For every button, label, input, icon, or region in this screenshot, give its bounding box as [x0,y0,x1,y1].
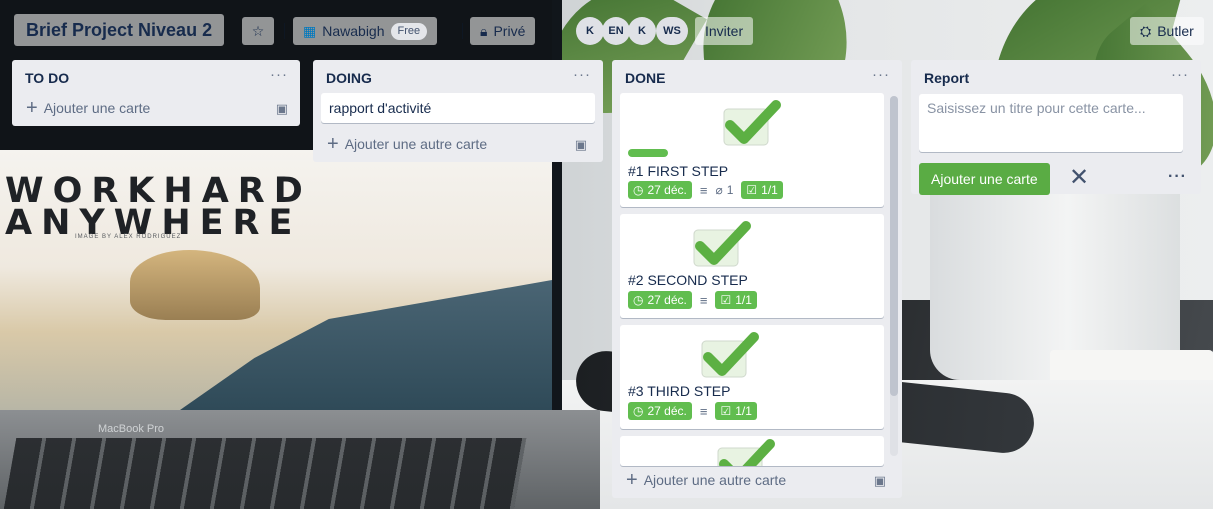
star-icon: ☆ [251,23,265,39]
template-icon[interactable]: ▣ [575,137,587,153]
list-title[interactable]: DOING [326,70,372,86]
checkbox-icon: ☑ [746,183,758,197]
poster-credit: IMAGE BY ALEX RODRIGUEZ [75,234,182,240]
checkmark-cover-image [717,439,775,466]
card-badges: ◷ 27 déc. ≡ ☑ 1/1 [628,402,757,420]
attachment-badge: ⌀ 1 [715,183,734,197]
add-card-button[interactable]: + Ajouter une autre carte [620,466,786,494]
description-icon: ≡ [699,182,708,198]
clock-icon: ◷ [633,183,644,197]
checklist-badge: ☑ 1/1 [741,181,783,199]
workspace-name: Nawabigh [322,23,385,39]
member-avatar[interactable]: K [576,17,604,45]
card-title: #2 SECOND STEP [628,272,748,288]
description-icon: ≡ [699,403,708,419]
card-title: rapport d'activité [329,100,432,116]
card-badges: ◷ 27 déc. ≡ ☑ 1/1 [628,291,757,309]
clock-icon: ◷ [633,293,644,307]
add-card-button[interactable]: + Ajouter une autre carte [321,130,487,158]
checklist-badge: ☑ 1/1 [715,291,757,309]
template-icon[interactable]: ▣ [874,473,886,489]
plus-icon: + [26,97,38,119]
visibility-label: Privé [493,23,526,39]
list-menu-button[interactable]: ··· [573,66,591,83]
list-scrollbar[interactable] [890,96,898,456]
workspace-icon: ▦ [303,23,317,39]
butler-icon: ⛭ [1140,23,1152,39]
member-avatar[interactable]: WS [656,17,688,45]
list-title[interactable]: TO DO [25,70,69,86]
card[interactable] [620,436,884,466]
card-label [628,149,668,157]
list-done: DONE ··· #1 FIRST STEP ◷ 27 déc. ≡ ⌀ 1 ☑… [612,60,902,498]
clock-icon: ◷ [633,404,644,418]
add-card-label: Ajouter une autre carte [643,472,787,488]
list-title[interactable]: DONE [625,70,665,86]
scrollbar-thumb[interactable] [890,96,898,396]
checklist-badge: ☑ 1/1 [715,402,757,420]
card-title-input[interactable]: Saisissez un titre pour cette carte... [919,94,1183,152]
add-card-button[interactable]: + Ajouter une carte [20,94,150,122]
member-avatar[interactable]: EN [602,17,630,45]
member-avatar[interactable]: K [628,17,656,45]
card[interactable]: #2 SECOND STEP ◷ 27 déc. ≡ ☑ 1/1 [620,214,884,318]
lock-icon: 🔒︎ [480,23,488,39]
card-badges: ◷ 27 déc. ≡ ⌀ 1 ☑ 1/1 [628,181,783,199]
board-header: Brief Project Niveau 2 ☆ ▦ Nawabigh Free… [0,0,1213,56]
visibility-button[interactable]: 🔒︎ Privé [470,17,536,45]
header-divider [462,23,463,39]
list-menu-button[interactable]: ··· [270,66,288,83]
card[interactable]: #3 THIRD STEP ◷ 27 déc. ≡ ☑ 1/1 [620,325,884,429]
description-icon: ≡ [699,292,708,308]
laptop-label: MacBook Pro [98,423,165,435]
header-divider [284,23,285,39]
butler-button[interactable]: ⛭ Butler [1130,17,1204,45]
checkmark-cover-image [701,332,759,378]
butler-label: Butler [1157,23,1194,39]
card-title: #3 THIRD STEP [628,383,731,399]
invite-button[interactable]: Inviter [695,17,754,45]
star-button[interactable]: ☆ [242,17,274,45]
list-report: Report ··· Saisissez un titre pour cette… [911,60,1201,195]
paperclip-icon: ⌀ [715,183,723,197]
add-card-label: Ajouter une autre carte [344,136,488,152]
due-date-badge[interactable]: ◷ 27 déc. [628,291,692,309]
card-title: #1 FIRST STEP [628,163,729,179]
plan-badge: Free [390,22,428,40]
list-doing: DOING ··· rapport d'activité + Ajouter u… [313,60,603,162]
list-title[interactable]: Report [924,70,969,86]
card[interactable]: rapport d'activité [321,93,595,123]
more-options-icon[interactable]: ··· [1168,168,1187,186]
checkmark-cover-image [693,221,751,267]
add-card-submit-button[interactable]: Ajouter une carte [919,163,1050,195]
plus-icon: + [626,469,638,491]
add-card-label: Ajouter une carte [43,100,151,116]
checkbox-icon: ☑ [720,404,732,418]
workspace-button[interactable]: ▦ Nawabigh Free [293,17,438,45]
list-menu-button[interactable]: ··· [1171,66,1189,83]
board-title[interactable]: Brief Project Niveau 2 [14,14,225,46]
close-icon[interactable]: ✕ [1069,164,1089,192]
due-date-badge[interactable]: ◷ 27 déc. [628,402,692,420]
list-todo: TO DO ··· + Ajouter une carte ▣ [12,60,300,126]
plus-icon: + [327,133,339,155]
card[interactable]: #1 FIRST STEP ◷ 27 déc. ≡ ⌀ 1 ☑ 1/1 [620,93,884,207]
laptop-keyboard [3,438,527,509]
checkbox-icon: ☑ [720,293,732,307]
list-menu-button[interactable]: ··· [872,66,890,83]
template-icon[interactable]: ▣ [276,101,288,117]
checkmark-cover-image [723,100,781,146]
due-date-badge[interactable]: ◷ 27 déc. [628,181,692,199]
